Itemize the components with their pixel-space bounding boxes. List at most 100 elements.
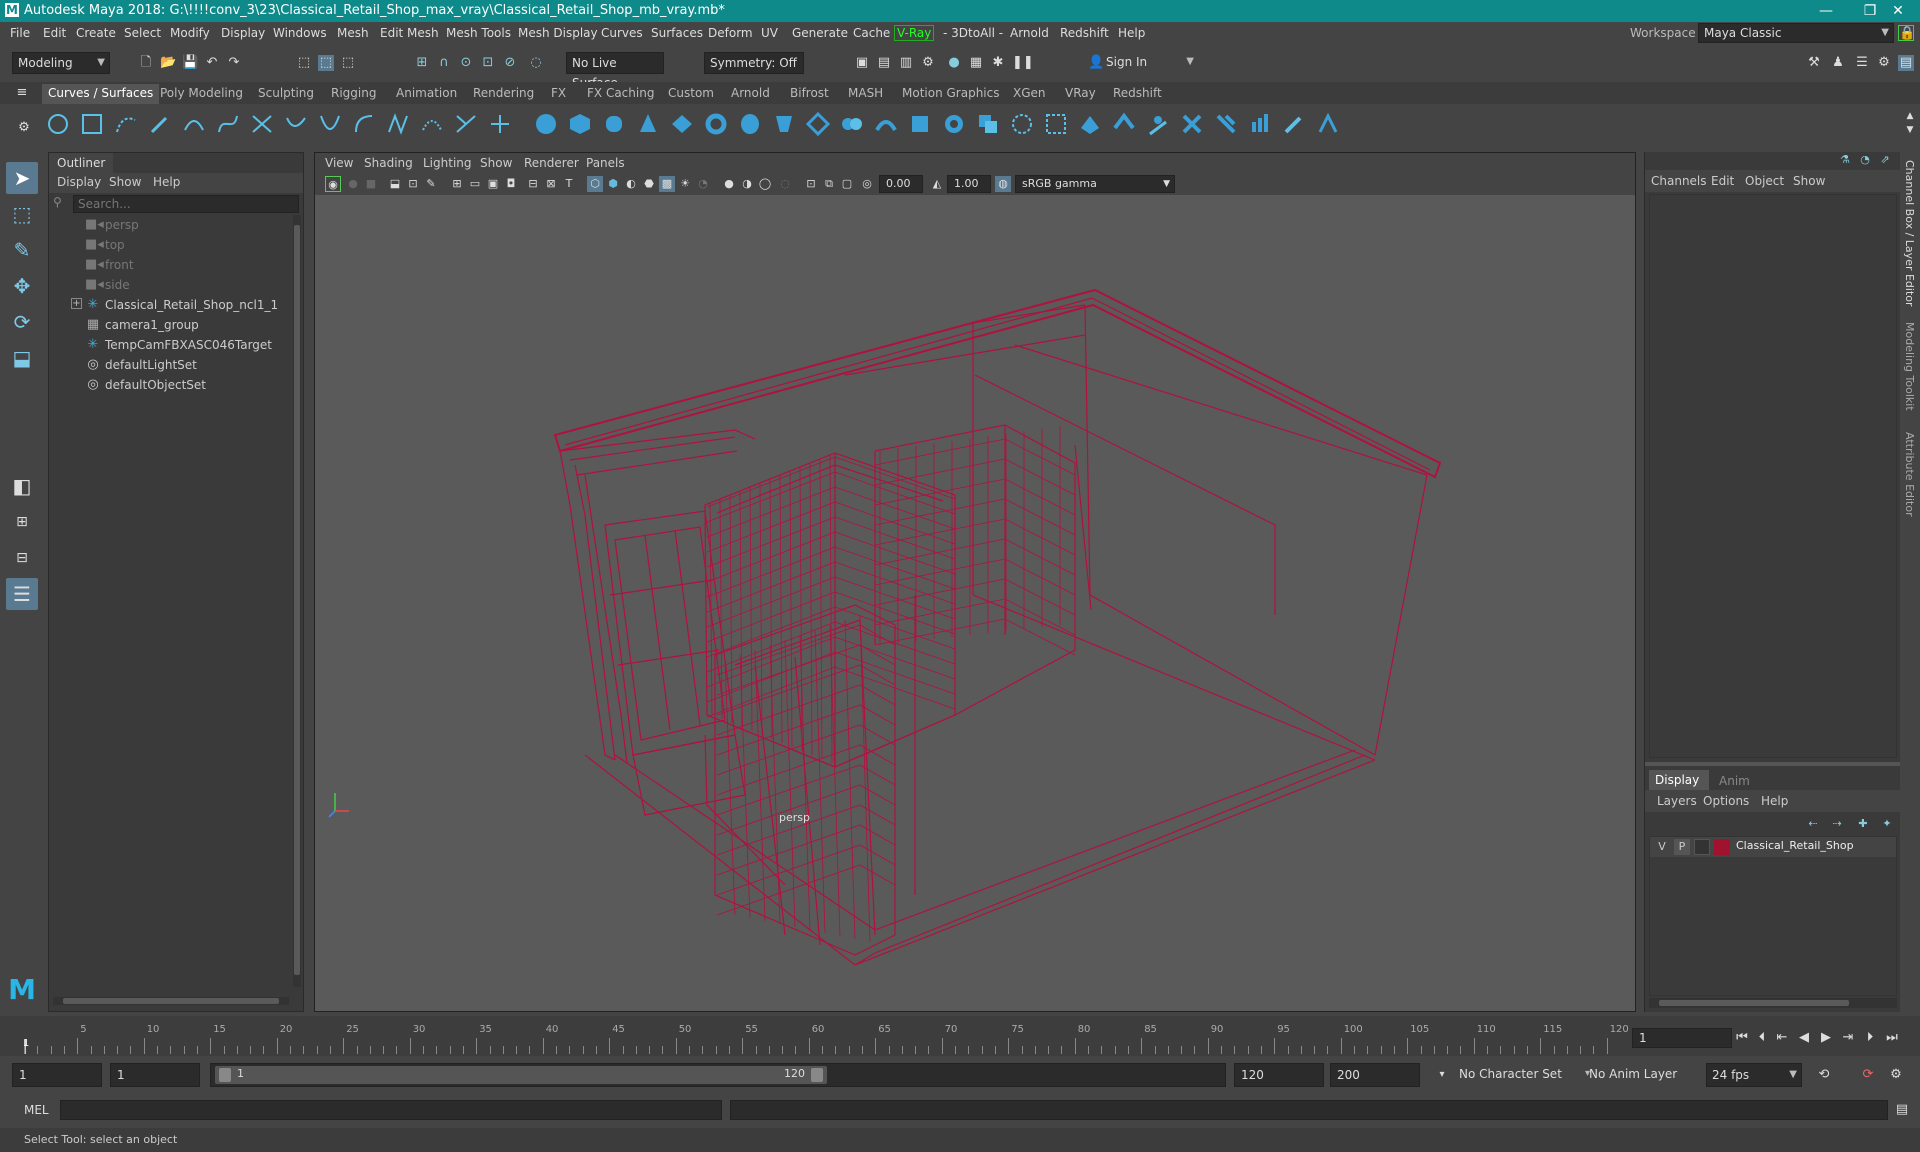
hypershade-icon[interactable]: ● — [946, 55, 962, 71]
shelf-tab-fx[interactable]: FX — [551, 86, 566, 100]
shelf-tab-xgen[interactable]: XGen — [1013, 86, 1046, 100]
snap-surface-icon[interactable]: ⊘ — [502, 55, 518, 71]
film-gate-icon[interactable]: ▭ — [467, 176, 483, 192]
scrollbar-thumb[interactable] — [1659, 1000, 1849, 1006]
planar-icon[interactable] — [806, 112, 830, 136]
menu-curves[interactable]: Curves — [601, 26, 643, 40]
shelf-tab-bifrost[interactable]: Bifrost — [790, 86, 829, 100]
boundary-icon[interactable] — [942, 112, 966, 136]
insert-isoparm-icon[interactable] — [1180, 112, 1204, 136]
menu-help[interactable]: Help — [1118, 26, 1145, 40]
scrollbar-thumb[interactable] — [294, 225, 300, 975]
shelf-tab-vray[interactable]: VRay — [1065, 86, 1096, 100]
render-frame-icon[interactable]: ▣ — [854, 55, 870, 71]
range-slider-bar[interactable]: 1 120 — [215, 1066, 827, 1084]
color-space-select[interactable]: sRGB gamma ▼ — [1015, 175, 1175, 193]
render-settings-icon[interactable]: ⚙ — [920, 55, 936, 71]
menu-edit-mesh[interactable]: Edit Mesh — [380, 26, 439, 40]
channel-menu-channels[interactable]: Channels — [1651, 174, 1707, 188]
smooth-shade-icon[interactable]: ⬢ — [605, 176, 621, 192]
viewport-menu-show[interactable]: Show — [480, 156, 512, 170]
field-chart-icon[interactable]: ⊟ — [525, 176, 541, 192]
default-material-icon[interactable]: ◐ — [623, 176, 639, 192]
shelf-tab-poly-modeling[interactable]: Poly Modeling — [160, 86, 243, 100]
rebuild-curve-icon[interactable] — [454, 112, 478, 136]
side-tab-attribute-editor[interactable]: Attribute Editor — [1903, 432, 1916, 517]
step-forward-frame-icon[interactable]: ⏵ — [1862, 1030, 1878, 1046]
play-backwards-icon[interactable]: ◀ — [1796, 1030, 1812, 1046]
outliner-item-classical-retail-shop[interactable]: + ✳ Classical_Retail_Shop_ncl1_1 — [49, 295, 291, 315]
create-empty-layer-icon[interactable]: ✚ — [1855, 816, 1871, 832]
select-hierarchy-icon[interactable]: ⬚ — [296, 55, 312, 71]
shelf-tab-mash[interactable]: MASH — [848, 86, 883, 100]
outliner-menu-display[interactable]: Display — [57, 175, 101, 189]
shelf-settings-icon[interactable]: ⚙ — [16, 120, 32, 136]
camera-select-icon[interactable]: ◉ — [325, 176, 341, 192]
animation-end-field[interactable]: 200 — [1330, 1063, 1420, 1087]
outliner-item-camera1-group[interactable]: ▦ camera1_group — [49, 315, 291, 335]
toggle-character-controls-icon[interactable]: ♟ — [1830, 55, 1846, 71]
shelf-tab-redshift[interactable]: Redshift — [1113, 86, 1162, 100]
shelf-tab-animation[interactable]: Animation — [396, 86, 457, 100]
tool-settings-icon[interactable]: ⇗ — [1877, 152, 1893, 168]
shelf-tab-arnold[interactable]: Arnold — [731, 86, 770, 100]
layer-horizontal-scrollbar[interactable] — [1649, 998, 1897, 1008]
scale-tool-icon[interactable]: ⬓ — [6, 342, 38, 374]
channel-menu-edit[interactable]: Edit — [1711, 174, 1734, 188]
isolate-select-icon[interactable]: ⊡ — [803, 176, 819, 192]
viewport-menu-view[interactable]: View — [325, 156, 353, 170]
grease-pencil-icon[interactable]: ✎ — [423, 176, 439, 192]
range-end-handle[interactable] — [811, 1068, 823, 1082]
shelf-tab-curves-surfaces[interactable]: Curves / Surfaces — [42, 84, 160, 104]
menu-create[interactable]: Create — [76, 26, 116, 40]
workspace-select[interactable]: Maya Classic ▼ — [1698, 23, 1894, 43]
menu-file[interactable]: File — [10, 26, 30, 40]
outliner-title[interactable]: Outliner — [49, 153, 113, 173]
sign-in-button[interactable]: Sign In ▼ — [1082, 52, 1198, 74]
layer-display-type-toggle[interactable] — [1694, 839, 1710, 855]
shelf-scroll-down-icon[interactable]: ▼ — [1902, 122, 1918, 138]
revolve-icon[interactable] — [738, 112, 762, 136]
layer-tab-display[interactable]: Display — [1649, 770, 1709, 790]
anim-layer-select[interactable]: No Anim Layer — [1584, 1063, 1694, 1087]
wireframe-icon[interactable]: ⬡ — [587, 176, 603, 192]
nurbs-plane-icon[interactable] — [670, 112, 694, 136]
color-management-icon[interactable]: ◍ — [995, 176, 1011, 192]
channel-box-icon[interactable]: ⚗ — [1837, 152, 1853, 168]
ambient-occlusion-icon[interactable]: ● — [721, 176, 737, 192]
select-object-icon[interactable]: ⬚ — [318, 55, 334, 71]
single-perspective-layout-icon[interactable]: ◧ — [6, 470, 38, 502]
menu-select[interactable]: Select — [124, 26, 161, 40]
use-all-lights-icon[interactable]: ☀ — [677, 176, 693, 192]
outliner-item-side[interactable]: ■◂ side — [49, 275, 291, 295]
resolution-gate-icon[interactable]: ▣ — [485, 176, 501, 192]
snap-grid-icon[interactable]: ⊞ — [414, 55, 430, 71]
loft-icon[interactable] — [772, 112, 796, 136]
shelf-tab-custom[interactable]: Custom — [668, 86, 714, 100]
gate-mask-icon[interactable]: ◘ — [503, 176, 519, 192]
current-frame-field[interactable]: 1 — [1632, 1028, 1732, 1048]
step-forward-key-icon[interactable]: ⇥ — [1840, 1030, 1856, 1046]
menu-mesh-display[interactable]: Mesh Display — [518, 26, 598, 40]
nurbs-torus-icon[interactable] — [704, 112, 728, 136]
menu-cache[interactable]: Cache — [853, 26, 890, 40]
step-back-frame-icon[interactable]: ⏴ — [1754, 1030, 1770, 1046]
nurbs-cube-icon[interactable] — [568, 112, 592, 136]
layer-playback-toggle[interactable]: P — [1674, 839, 1690, 855]
toggle-attribute-editor-icon[interactable]: ☰ — [1854, 55, 1870, 71]
rotate-tool-icon[interactable]: ⟳ — [6, 306, 38, 338]
menu-arnold[interactable]: Arnold — [1010, 26, 1049, 40]
move-layer-down-icon[interactable]: ⇢ — [1829, 816, 1845, 832]
snap-point-icon[interactable]: ⊙ — [458, 55, 474, 71]
menu-redshift[interactable]: Redshift — [1060, 26, 1109, 40]
pencil-curve-icon[interactable] — [148, 112, 172, 136]
bezier-curve-icon[interactable] — [216, 112, 240, 136]
persp-outliner-layout-icon[interactable]: ⊟ — [6, 542, 38, 574]
outliner-horizontal-scrollbar[interactable] — [53, 997, 289, 1005]
extend-curve-icon[interactable] — [352, 112, 376, 136]
outliner-search-input[interactable] — [73, 195, 299, 213]
offset-surface-icon[interactable] — [1214, 112, 1238, 136]
cv-curve-tool-icon[interactable] — [114, 112, 138, 136]
wireframe-on-shaded-icon[interactable]: ⬣ — [641, 176, 657, 192]
lasso-tool-icon[interactable]: ⬚ — [6, 198, 38, 230]
